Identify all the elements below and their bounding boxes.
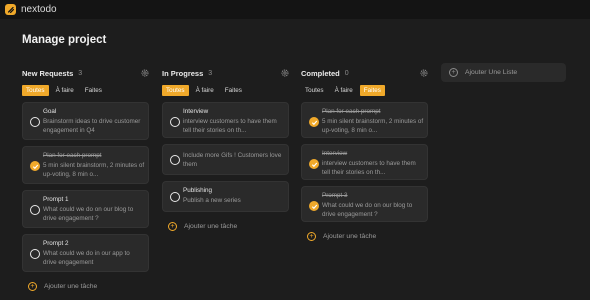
add-list-button[interactable]: + Ajouter Une Liste [441, 63, 566, 82]
task-description: 5 min silent brainstorm, 2 minutes of up… [43, 162, 145, 178]
column-count: 0 [344, 69, 349, 77]
filter-todo[interactable]: À faire [192, 85, 218, 96]
column-header: Completed 0 [301, 66, 429, 80]
task-title: Plan for each prompt [43, 152, 102, 159]
page-title: Manage project [22, 34, 107, 46]
column-new-requests: New Requests 3 Toutes À faire Faites Goa… [22, 66, 150, 291]
filter-tabs: Toutes À faire Faites [162, 84, 290, 96]
column-completed: Completed 0 Toutes À faire Faites Plan f… [301, 66, 429, 241]
task-title: Prompt 1 [43, 196, 69, 203]
checked-icon[interactable] [309, 159, 319, 169]
add-task-label: Ajouter une tâche [184, 223, 238, 230]
task-card[interactable]: Prompt 3 What could we do on our blog to… [301, 186, 428, 222]
task-title: Interview [183, 108, 209, 115]
checkbox-icon[interactable] [170, 192, 180, 202]
checkbox-icon[interactable] [30, 117, 40, 127]
task-description: Brainstorm ideas to drive customer engag… [43, 118, 141, 134]
app-name[interactable]: nextodo [21, 4, 57, 15]
column-header: New Requests 3 [22, 66, 150, 80]
task-title: Prompt 3 [322, 192, 348, 199]
column-title: New Requests [22, 68, 74, 78]
task-title: Plan for each prompt [322, 108, 381, 115]
column-title: Completed [301, 68, 340, 78]
add-list-label: Ajouter Une Liste [465, 69, 518, 76]
checked-icon[interactable] [309, 201, 319, 211]
top-bar: nextodo [0, 0, 590, 19]
plus-icon: + [28, 282, 37, 291]
add-task-label: Ajouter une tâche [44, 283, 98, 290]
task-card[interactable]: Goal Brainstorm ideas to drive customer … [22, 102, 149, 140]
filter-todo[interactable]: À faire [52, 85, 78, 96]
task-description: Publish a new series [183, 197, 241, 204]
filter-todo[interactable]: À faire [331, 85, 357, 96]
plus-icon: + [307, 232, 316, 241]
filter-done[interactable]: Faites [359, 84, 385, 96]
column-count: 3 [78, 69, 83, 77]
column-header: In Progress 3 [162, 66, 290, 80]
task-description: What could we do on our blog to drive en… [43, 206, 134, 222]
task-card[interactable]: Include more Gifs ! Customers love them [162, 144, 289, 175]
task-card[interactable]: Publishing Publish a new series [162, 181, 289, 212]
task-card[interactable]: Plan for each prompt 5 min silent brains… [301, 102, 428, 138]
checkbox-icon[interactable] [30, 205, 40, 215]
filter-all[interactable]: Toutes [22, 84, 49, 96]
task-card[interactable]: Interview interview customers to have th… [162, 102, 289, 138]
task-title: Interview [322, 150, 348, 157]
task-card[interactable]: Plan for each prompt 5 min silent brains… [22, 146, 149, 184]
task-description: 5 min silent brainstorm, 2 minutes of up… [322, 118, 424, 134]
filter-done[interactable]: Faites [81, 85, 106, 96]
task-title: Prompt 2 [43, 240, 69, 247]
task-title: Goal [43, 108, 57, 115]
add-task-button[interactable]: + Ajouter une tâche [168, 222, 290, 231]
gear-icon[interactable] [140, 68, 150, 78]
task-description: What could we do on our blog to drive en… [322, 202, 413, 218]
gear-icon[interactable] [419, 68, 429, 78]
add-task-label: Ajouter une tâche [323, 233, 377, 240]
checkbox-icon[interactable] [30, 249, 40, 259]
task-card[interactable]: Prompt 1 What could we do on our blog to… [22, 190, 149, 228]
task-description: interview customers to have them tell th… [322, 160, 416, 176]
filter-tabs: Toutes À faire Faites [301, 84, 429, 96]
checkbox-icon[interactable] [170, 117, 180, 127]
task-title: Publishing [183, 187, 213, 194]
column-in-progress: In Progress 3 Toutes À faire Faites Inte… [162, 66, 290, 231]
add-task-button[interactable]: + Ajouter une tâche [28, 282, 150, 291]
task-description: What could we do in our app to drive eng… [43, 250, 130, 266]
gear-icon[interactable] [280, 68, 290, 78]
task-description: interview customers to have them tell th… [183, 118, 277, 134]
nextodo-logo-icon[interactable] [5, 4, 16, 15]
task-description: Include more Gifs ! Customers love them [183, 152, 282, 168]
plus-icon: + [449, 68, 458, 77]
filter-all[interactable]: Toutes [162, 84, 189, 96]
column-count: 3 [208, 69, 213, 77]
filter-tabs: Toutes À faire Faites [22, 84, 150, 96]
checked-icon[interactable] [30, 161, 40, 171]
filter-all[interactable]: Toutes [301, 85, 328, 96]
column-title: In Progress [162, 68, 204, 78]
checked-icon[interactable] [309, 117, 319, 127]
checkbox-icon[interactable] [170, 155, 180, 165]
plus-icon: + [168, 222, 177, 231]
filter-done[interactable]: Faites [221, 85, 246, 96]
task-card[interactable]: Prompt 2 What could we do in our app to … [22, 234, 149, 272]
task-card[interactable]: Interview interview customers to have th… [301, 144, 428, 180]
add-task-button[interactable]: + Ajouter une tâche [307, 232, 429, 241]
